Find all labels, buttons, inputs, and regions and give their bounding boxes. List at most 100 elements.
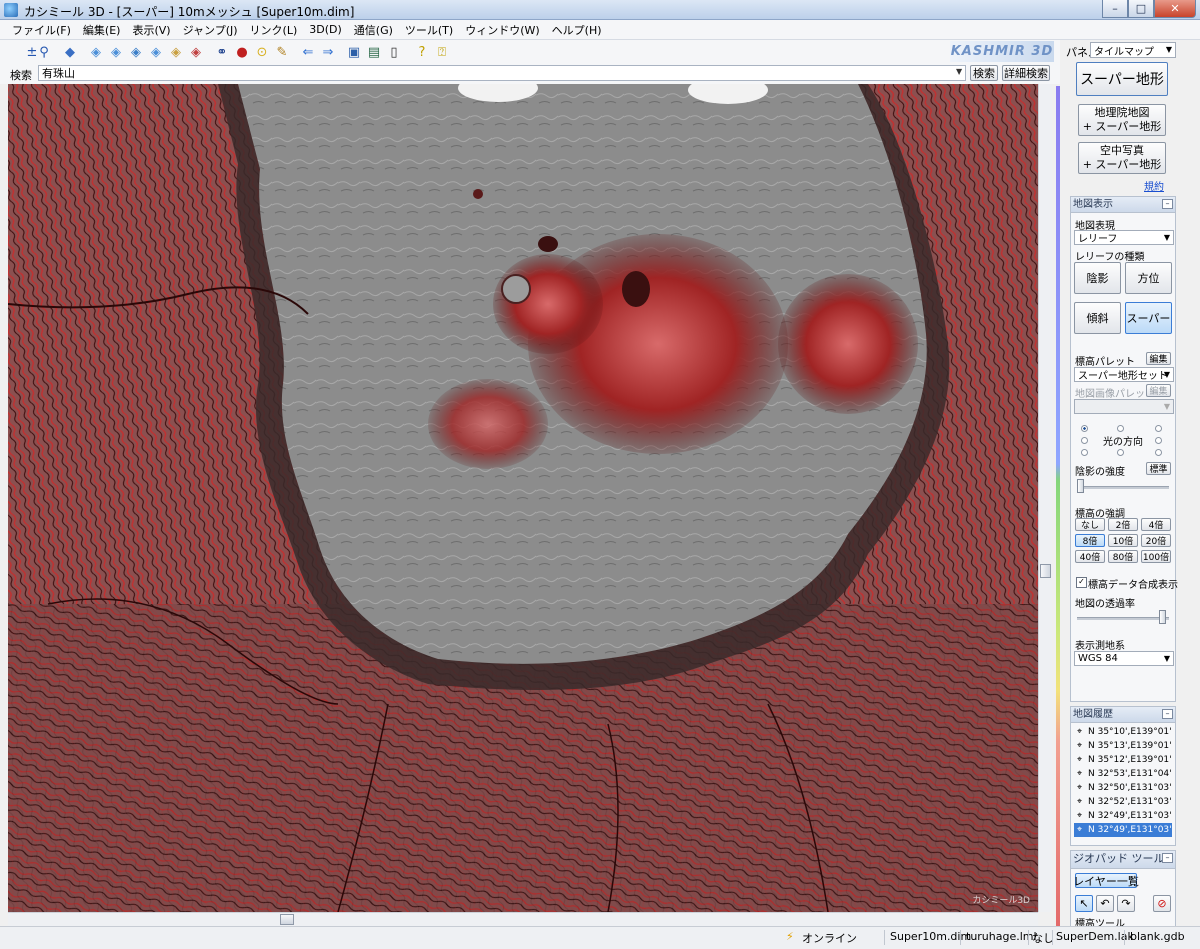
horizontal-scroll-thumb[interactable] bbox=[280, 914, 294, 925]
emphasis-2x-button[interactable]: 2倍 bbox=[1108, 518, 1138, 531]
back-arrow-icon[interactable]: ⇐ bbox=[300, 44, 316, 60]
transparency-slider-thumb[interactable] bbox=[1159, 610, 1166, 624]
relief-map[interactable]: カシミール3D bbox=[8, 84, 1038, 912]
horizontal-scrollbar[interactable] bbox=[8, 912, 1038, 926]
menu-jump[interactable]: ジャンプ(J) bbox=[177, 22, 244, 38]
emphasis-10x-button[interactable]: 10倍 bbox=[1108, 534, 1138, 547]
palette-edit-button[interactable]: 編集 bbox=[1146, 352, 1171, 365]
stop-button[interactable]: ⊘ bbox=[1153, 895, 1171, 912]
panel-icon[interactable]: ▤ bbox=[366, 44, 382, 60]
minimize-icon[interactable]: – bbox=[1162, 853, 1173, 863]
aerial-photo-button[interactable]: 空中写真 + スーパー地形 bbox=[1078, 142, 1166, 174]
light-direction-ne-radio[interactable] bbox=[1155, 425, 1162, 432]
light-direction-e-radio[interactable] bbox=[1155, 437, 1162, 444]
map-layer-icon[interactable]: ◈ bbox=[88, 44, 104, 60]
maximize-button[interactable]: □ bbox=[1128, 0, 1154, 18]
menu-tools[interactable]: ツール(T) bbox=[399, 22, 459, 38]
emphasis-4x-button[interactable]: 4倍 bbox=[1141, 518, 1171, 531]
map-pin-icon: ⌖ bbox=[1076, 740, 1083, 751]
light-direction-se-radio[interactable] bbox=[1155, 449, 1162, 456]
emphasis-80x-button[interactable]: 80倍 bbox=[1108, 550, 1138, 563]
terms-link[interactable]: 規約 bbox=[1144, 178, 1164, 193]
history-item[interactable]: ⌖ N 32°49',E131°03' bbox=[1074, 809, 1172, 823]
emphasis-20x-button[interactable]: 20倍 bbox=[1141, 534, 1171, 547]
side-panel: パネル タイルマップ ▼ スーパー地形 地理院地図 + スーパー地形 空中写真 +… bbox=[1062, 40, 1200, 930]
minimize-icon[interactable]: – bbox=[1162, 709, 1173, 719]
close-button[interactable]: ✕ bbox=[1154, 0, 1196, 18]
map-layer-3-icon[interactable]: ◈ bbox=[128, 44, 144, 60]
emphasis-100x-button[interactable]: 100倍 bbox=[1141, 550, 1171, 563]
expression-select[interactable]: レリーフ ▼ bbox=[1074, 230, 1174, 245]
emphasis-8x-button[interactable]: 8倍 bbox=[1075, 534, 1105, 547]
search-input[interactable] bbox=[38, 65, 966, 81]
emphasis-none-button[interactable]: なし bbox=[1075, 518, 1105, 531]
menu-help[interactable]: ヘルプ(H) bbox=[546, 22, 608, 38]
chevron-down-icon[interactable]: ▼ bbox=[956, 67, 962, 76]
emphasis-40x-button[interactable]: 40倍 bbox=[1075, 550, 1105, 563]
light-direction-s-radio[interactable] bbox=[1117, 449, 1124, 456]
light-direction-w-radio[interactable] bbox=[1081, 437, 1088, 444]
menu-window[interactable]: ウィンドウ(W) bbox=[459, 22, 545, 38]
menu-3d[interactable]: 3D(D) bbox=[303, 23, 348, 36]
marker-icon[interactable]: ● bbox=[234, 44, 250, 60]
gps-device-icon[interactable]: ▯ bbox=[386, 44, 402, 60]
binoculars-icon[interactable]: ⚭ bbox=[214, 44, 230, 60]
history-item-selected[interactable]: ⌖ N 32°49',E131°03' bbox=[1074, 823, 1172, 837]
datum-select[interactable]: WGS 84 ▼ bbox=[1074, 651, 1174, 666]
shade-slider-thumb[interactable] bbox=[1077, 479, 1084, 493]
shade-default-button[interactable]: 標準 bbox=[1146, 462, 1171, 475]
help-icon[interactable]: ? bbox=[414, 44, 430, 60]
map-layer-4-icon[interactable]: ◈ bbox=[148, 44, 164, 60]
super-terrain-button[interactable]: スーパー地形 bbox=[1076, 62, 1168, 96]
image-palette-label: 地図画像パレット bbox=[1075, 389, 1155, 400]
minimize-button[interactable]: – bbox=[1102, 0, 1128, 18]
link-icon[interactable]: ⊙ bbox=[254, 44, 270, 60]
history-item[interactable]: ⌖ N 32°53',E131°04' bbox=[1074, 767, 1172, 781]
image-palette-select[interactable]: ▼ bbox=[1074, 399, 1174, 414]
layer-list-button[interactable]: レイヤー一覧 bbox=[1073, 873, 1139, 888]
light-direction-nw-radio[interactable] bbox=[1081, 425, 1088, 432]
composite-checkbox[interactable]: ✓ bbox=[1076, 577, 1087, 588]
map-layer-6-icon[interactable]: ◈ bbox=[188, 44, 204, 60]
transparency-slider-track[interactable] bbox=[1077, 617, 1169, 620]
magnifier-icon[interactable]: ⚲ bbox=[36, 44, 52, 60]
panel-select[interactable]: タイルマップ ▼ bbox=[1090, 42, 1176, 58]
pencil-icon[interactable]: ✎ bbox=[274, 44, 290, 60]
history-item[interactable]: ⌖ N 32°52',E131°03' bbox=[1074, 795, 1172, 809]
app-icon bbox=[4, 3, 18, 17]
menu-link[interactable]: リンク(L) bbox=[244, 22, 304, 38]
map-layer-2-icon[interactable]: ◈ bbox=[108, 44, 124, 60]
history-item[interactable]: ⌖ N 35°12',E139°01' bbox=[1074, 753, 1172, 767]
redo-button[interactable]: ↷ bbox=[1117, 895, 1135, 912]
history-item[interactable]: ⌖ N 35°10',E139°01' bbox=[1074, 725, 1172, 739]
menu-file[interactable]: ファイル(F) bbox=[6, 22, 77, 38]
undo-button[interactable]: ↶ bbox=[1096, 895, 1114, 912]
detail-search-button[interactable]: 詳細検索 bbox=[1002, 65, 1050, 81]
menu-comm[interactable]: 通信(G) bbox=[348, 22, 399, 38]
context-help-icon[interactable]: ⍰ bbox=[434, 44, 450, 60]
relief-shade-button[interactable]: 陰影 bbox=[1074, 262, 1121, 294]
relief-aspect-button[interactable]: 方位 bbox=[1125, 262, 1172, 294]
image-palette-edit-button[interactable]: 編集 bbox=[1146, 384, 1171, 397]
map-layer-5-icon[interactable]: ◈ bbox=[168, 44, 184, 60]
relief-slope-button[interactable]: 傾斜 bbox=[1074, 302, 1121, 334]
forward-arrow-icon[interactable]: ⇒ bbox=[320, 44, 336, 60]
history-item[interactable]: ⌖ N 32°50',E131°03' bbox=[1074, 781, 1172, 795]
palette-select[interactable]: スーパー地形セット ▼ bbox=[1074, 367, 1174, 382]
gsi-map-button[interactable]: 地理院地図 + スーパー地形 bbox=[1078, 104, 1166, 136]
chevron-down-icon: ▼ bbox=[1163, 654, 1170, 663]
layer-icon[interactable]: ◆ bbox=[62, 44, 78, 60]
light-direction-sw-radio[interactable] bbox=[1081, 449, 1088, 456]
camera-icon[interactable]: ▣ bbox=[346, 44, 362, 60]
relief-super-button[interactable]: スーパー bbox=[1125, 302, 1172, 334]
history-item[interactable]: ⌖ N 35°13',E139°01' bbox=[1074, 739, 1172, 753]
shade-slider-track[interactable] bbox=[1077, 486, 1169, 489]
vertical-scroll-thumb[interactable] bbox=[1040, 564, 1051, 578]
vertical-scrollbar[interactable] bbox=[1038, 84, 1052, 912]
minimize-icon[interactable]: – bbox=[1162, 199, 1173, 209]
light-direction-n-radio[interactable] bbox=[1117, 425, 1124, 432]
search-button[interactable]: 検索 bbox=[970, 65, 998, 81]
menu-view[interactable]: 表示(V) bbox=[126, 22, 176, 38]
menu-edit[interactable]: 編集(E) bbox=[77, 22, 127, 38]
pointer-tool-button[interactable]: ↖ bbox=[1075, 895, 1093, 912]
